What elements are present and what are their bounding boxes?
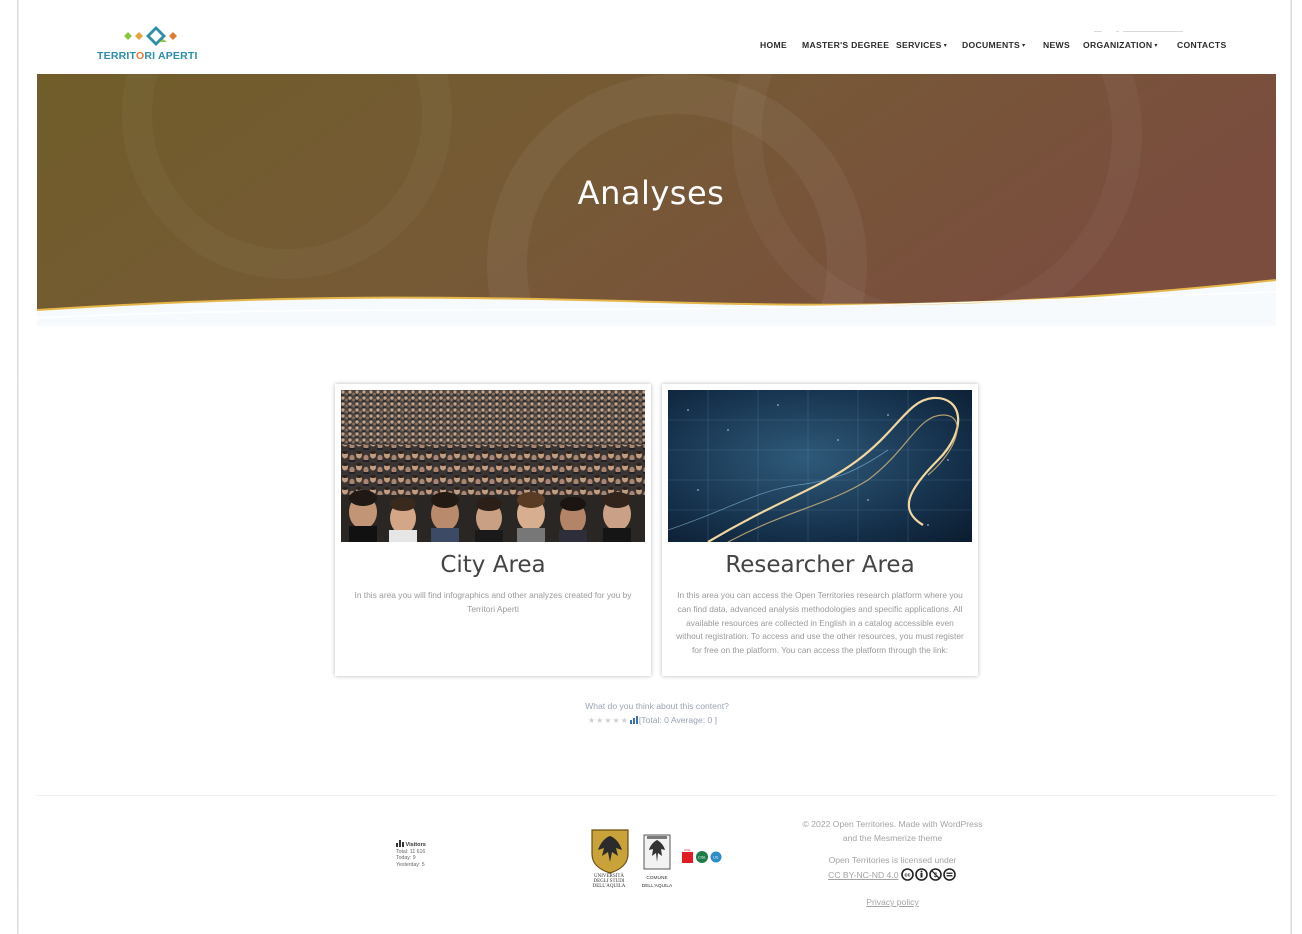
star-icon[interactable]: ★ — [613, 716, 620, 725]
site-header: TERRITORI APERTI HOME MASTER'S DEGREE SE… — [19, 0, 1290, 74]
svg-text:UIL: UIL — [713, 856, 719, 860]
comune-crest-logo[interactable] — [643, 834, 671, 870]
card-title[interactable]: City Area — [335, 552, 651, 578]
card-description: In this area you will find infographics … — [354, 590, 632, 614]
svg-text:cc: cc — [904, 872, 910, 878]
star-icon[interactable]: ★ — [604, 716, 611, 725]
rating-widget: ★★★★★ [Total: 0 Average: 0 ] — [588, 715, 717, 727]
nav-item-documents[interactable]: DOCUMENTS ▾ — [962, 40, 1025, 50]
creative-commons-icon: cc $ — [901, 867, 956, 881]
copyright-text: © 2022 Open Territories. Made with WordP… — [802, 819, 983, 829]
copyright-theme: and the Mesmerize theme — [842, 832, 943, 843]
svg-text:CGIL: CGIL — [684, 848, 691, 852]
partner-logos: UNIVERSITÀ DEGLI STUDI DELL'AQUILA COMUNE D… — [587, 828, 732, 898]
top-bar-decoration — [1094, 23, 1184, 33]
card-researcher-area[interactable]: Researcher Area In this area you can acc… — [662, 384, 978, 676]
license-text: Open Territories is licensed under — [828, 855, 957, 865]
card-city-area[interactable]: City Area In this area you will find inf… — [335, 384, 651, 676]
rating-question: What do you think about this content? — [585, 701, 729, 711]
bar-chart-icon — [396, 840, 404, 847]
union-logos[interactable]: CGIL CISL UIL — [682, 848, 726, 866]
page-title: Analyses — [577, 174, 725, 212]
comune-name: COMUNE DELL'AQUILA — [641, 876, 673, 889]
svg-text:CISL: CISL — [698, 856, 706, 860]
frame-edge-left — [17, 0, 19, 934]
footer-credits: © 2022 Open Territories. Made with WordP… — [780, 818, 1005, 910]
frame-edge-right — [1290, 0, 1292, 934]
chevron-down-icon: ▾ — [1154, 43, 1158, 49]
card-title[interactable]: Researcher Area — [662, 552, 978, 578]
star-icon[interactable]: ★ — [621, 716, 628, 725]
university-name: UNIVERSITÀ DEGLI STUDI DELL'AQUILA — [592, 874, 626, 890]
star-icon[interactable]: ★ — [588, 716, 595, 725]
university-crest-logo[interactable] — [590, 828, 630, 874]
visitors-counter: Visitors Total: 11 616 Today: 9 Yesterda… — [396, 839, 426, 868]
card-description: In this area you can access the Open Ter… — [676, 590, 964, 656]
license-link[interactable]: CC BY-NC-ND 4.0 — [828, 870, 898, 880]
chevron-down-icon: ▾ — [1022, 43, 1026, 49]
main-nav: HOME MASTER'S DEGREE SERVICES ▾ DOCUMENTS… — [19, 40, 1290, 54]
nav-item-masters-degree[interactable]: MASTER'S DEGREE — [802, 40, 889, 50]
rating-summary: [Total: 0 Average: 0 ] — [638, 715, 718, 725]
footer-divider — [37, 795, 1276, 796]
nav-item-contacts[interactable]: CONTACTS — [1177, 40, 1227, 50]
crowd-photo[interactable] — [341, 390, 645, 542]
nav-item-organization[interactable]: ORGANIZATION ▾ — [1083, 40, 1158, 50]
nav-item-services[interactable]: SERVICES ▾ — [896, 40, 947, 50]
bar-chart-icon — [629, 716, 638, 724]
nav-item-home[interactable]: HOME — [760, 40, 787, 50]
privacy-policy-link[interactable]: Privacy policy — [780, 896, 1005, 910]
chevron-down-icon: ▾ — [943, 43, 948, 49]
data-graph-photo[interactable] — [668, 390, 972, 542]
star-icon[interactable]: ★ — [596, 716, 603, 725]
nav-item-news[interactable]: NEWS — [1043, 40, 1070, 50]
